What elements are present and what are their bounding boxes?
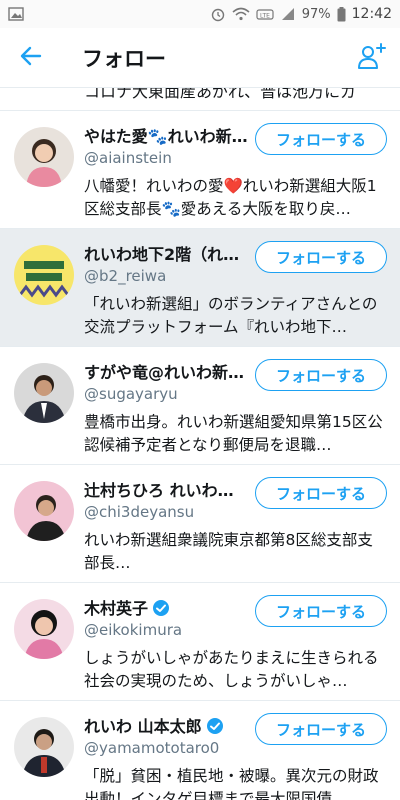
volte-icon: LTE bbox=[256, 7, 274, 21]
clock: 12:42 bbox=[351, 6, 392, 22]
verified-badge-icon bbox=[206, 717, 224, 739]
user-bio: れいわ新選組衆議院東京都第8区総支部支部長… bbox=[84, 531, 373, 572]
page-title: フォロー bbox=[82, 46, 166, 71]
user-bio: 豊橋市出身。れいわ新選組愛知県第15区公認候補予定者となり郵便局を退職… bbox=[84, 413, 383, 454]
battery-icon bbox=[337, 6, 346, 22]
user-handle: @chi3deyansu bbox=[84, 503, 195, 521]
following-list: コロナ大東面産あがれ、普は池万にガ やはた愛🐾れいわ新選組 @aiainstei… bbox=[0, 88, 400, 800]
signal-icon bbox=[280, 7, 296, 21]
cutoff-bio: コロナ大東面産あがれ、普は池万にガ bbox=[84, 88, 357, 101]
user-bio: 八幡愛！れいわの愛❤️れいわ新選組大阪1区総支部長🐾愛あえる大阪を取り戻… bbox=[84, 177, 377, 218]
add-user-button[interactable] bbox=[344, 28, 400, 88]
user-name-text: 木村英子 bbox=[84, 599, 149, 618]
user-name: 辻村ちひろ れいわ新選組 bbox=[84, 481, 249, 500]
back-button[interactable] bbox=[0, 28, 62, 88]
user-name: れいわ 山本太郎 bbox=[84, 713, 249, 739]
follow-button[interactable]: フォローする bbox=[255, 123, 387, 155]
avatar[interactable] bbox=[14, 245, 74, 305]
follow-button[interactable]: フォローする bbox=[255, 241, 387, 273]
user-row[interactable]: やはた愛🐾れいわ新選組 @aiainstein 八幡愛！れいわの愛❤️れいわ新選… bbox=[0, 111, 400, 229]
back-arrow-icon bbox=[20, 46, 42, 70]
user-bio: 「れいわ新選組」のボランティアさんとの交流プラットフォーム『れいわ地下… bbox=[84, 295, 378, 336]
user-row[interactable]: れいわ地下2階（れいわ新選組） @b2_reiwa 「れいわ新選組」のボランティ… bbox=[0, 229, 400, 347]
verified-badge-icon bbox=[152, 599, 170, 621]
image-icon bbox=[8, 7, 24, 21]
wifi-icon bbox=[232, 7, 250, 21]
app-bar: フォロー bbox=[0, 28, 400, 88]
svg-text:LTE: LTE bbox=[260, 13, 270, 20]
follow-button[interactable]: フォローする bbox=[255, 359, 387, 391]
user-handle: @b2_reiwa bbox=[84, 267, 167, 285]
user-row[interactable]: すがや竜@れいわ新選組 @sugayaryu 豊橋市出身。れいわ新選組愛知県第1… bbox=[0, 347, 400, 465]
avatar[interactable] bbox=[14, 599, 74, 659]
alarm-icon bbox=[210, 6, 226, 22]
user-name: 木村英子 bbox=[84, 595, 249, 621]
follow-button[interactable]: フォローする bbox=[255, 713, 387, 745]
avatar[interactable] bbox=[14, 717, 74, 777]
user-handle: @eikokimura bbox=[84, 621, 183, 639]
avatar[interactable] bbox=[14, 127, 74, 187]
battery-percent: 97% bbox=[301, 6, 331, 22]
user-bio: しょうがいしゃがあたりまえに生きられる社会の実現のため、しょうがいしゃ… bbox=[84, 649, 379, 690]
status-bar: LTE 97% 12:42 bbox=[0, 0, 400, 28]
user-name: れいわ地下2階（れいわ新選組） bbox=[84, 245, 249, 264]
add-user-icon bbox=[357, 42, 387, 74]
user-handle: @yamamototaro0 bbox=[84, 739, 220, 757]
user-name-text: れいわ 山本太郎 bbox=[84, 717, 202, 736]
avatar[interactable] bbox=[14, 481, 74, 541]
user-bio: 「脱」貧困・植民地・被曝。異次元の財政出動！インタゲ目標まで最大限国債 bbox=[84, 767, 379, 800]
user-row[interactable]: 辻村ちひろ れいわ新選組 @chi3deyansu れいわ新選組衆議院東京都第8… bbox=[0, 465, 400, 583]
cutoff-list-item: コロナ大東面産あがれ、普は池万にガ bbox=[0, 88, 400, 111]
user-name: やはた愛🐾れいわ新選組 bbox=[84, 127, 249, 146]
user-row[interactable]: 木村英子 @eikokimura しょうがいしゃがあたりまえに生きられる社会の実… bbox=[0, 583, 400, 701]
follow-button[interactable]: フォローする bbox=[255, 477, 387, 509]
follow-button[interactable]: フォローする bbox=[255, 595, 387, 627]
user-row[interactable]: れいわ 山本太郎 @yamamototaro0 「脱」貧困・植民地・被曝。異次元… bbox=[0, 701, 400, 800]
user-name: すがや竜@れいわ新選組 bbox=[84, 363, 249, 382]
user-handle: @aiainstein bbox=[84, 149, 172, 167]
avatar[interactable] bbox=[14, 363, 74, 423]
user-handle: @sugayaryu bbox=[84, 385, 178, 403]
